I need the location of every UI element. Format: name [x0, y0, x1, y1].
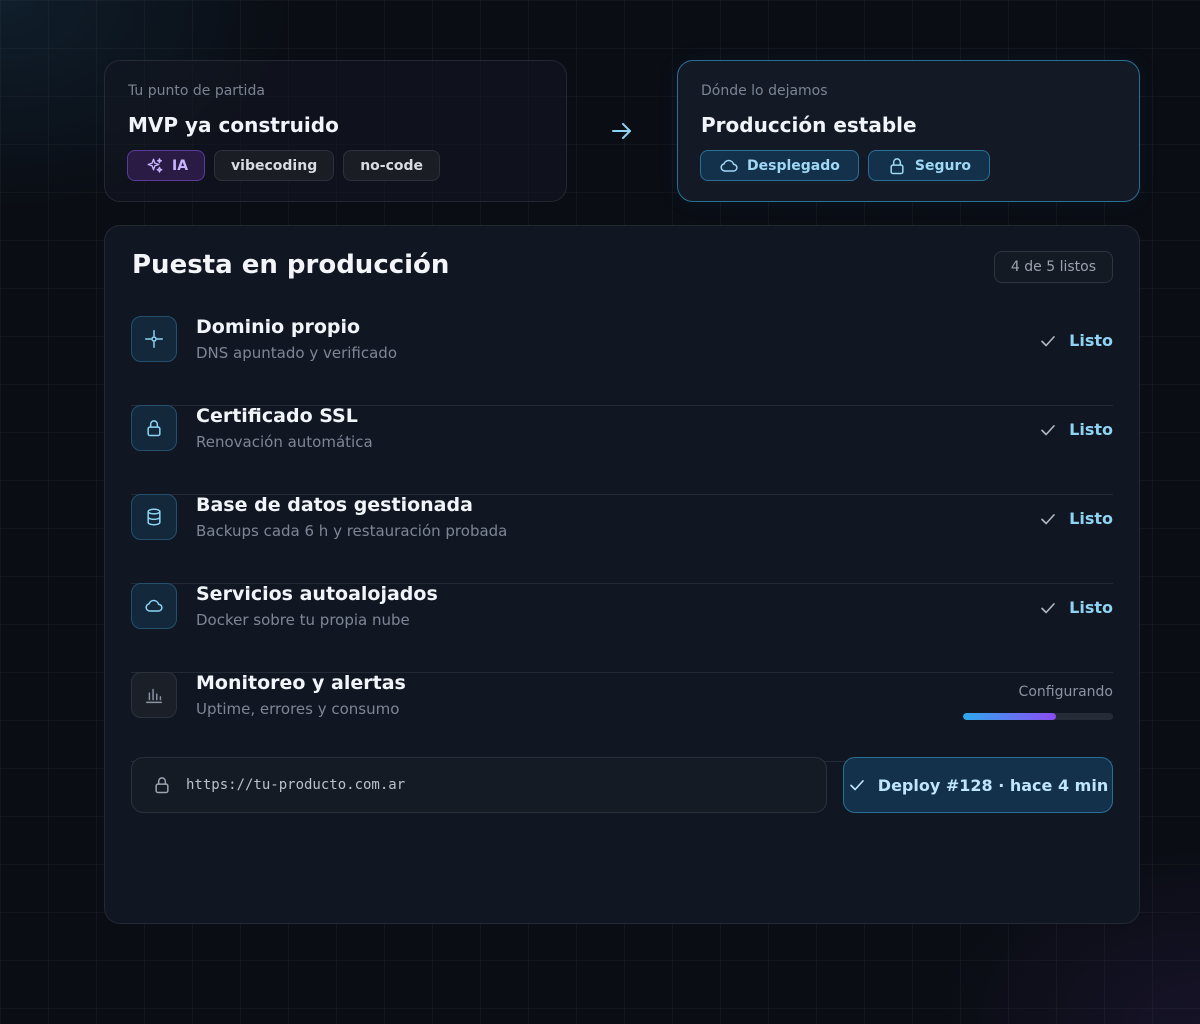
- tag-no-code-label: no-code: [360, 157, 424, 174]
- status-label: Listo: [1069, 598, 1113, 617]
- tag-vibecoding: vibecoding: [214, 150, 335, 181]
- check-icon: [1039, 421, 1057, 439]
- lock-icon: [887, 156, 907, 176]
- item-title: Monitoreo y alertas: [196, 672, 406, 694]
- arrow-right-icon: [610, 119, 634, 143]
- tag-no-code: no-code: [343, 150, 441, 181]
- monitoring-progress-fill: [963, 713, 1056, 720]
- status-ready: Listo: [1039, 420, 1113, 439]
- check-icon: [1039, 510, 1057, 528]
- starting-point-card: Tu punto de partida MVP ya construido IA…: [104, 60, 567, 202]
- destination-tags: Desplegado Seguro: [700, 150, 990, 181]
- tag-seguro: Seguro: [867, 150, 990, 181]
- production-url: https://tu-producto.com.ar: [186, 777, 406, 793]
- tag-seguro-label: Seguro: [914, 157, 971, 174]
- starting-point-tags: IA vibecoding no-code: [127, 150, 441, 181]
- item-title: Servicios autoalojados: [196, 583, 438, 605]
- check-icon: [1039, 332, 1057, 350]
- status-ready: Listo: [1039, 598, 1113, 617]
- checklist-item-database: Base de datos gestionada Backups cada 6 …: [131, 494, 1113, 584]
- lock-icon: [131, 405, 177, 451]
- tag-ia-label: IA: [172, 157, 189, 174]
- destination-label: Dónde lo dejamos: [701, 83, 828, 99]
- deploy-status-button[interactable]: Deploy #128 · hace 4 min: [843, 757, 1113, 813]
- check-icon: [1039, 599, 1057, 617]
- tag-desplegado-label: Desplegado: [747, 157, 840, 174]
- tag-desplegado: Desplegado: [700, 150, 859, 181]
- ready-counter-badge: 4 de 5 listos: [993, 251, 1113, 283]
- ready-counter-label: 4 de 5 listos: [1010, 259, 1096, 275]
- lock-icon: [152, 775, 172, 795]
- checklist-item-self-hosted: Servicios autoalojados Docker sobre tu p…: [131, 583, 1113, 673]
- starting-point-label: Tu punto de partida: [128, 83, 265, 99]
- starting-point-title: MVP ya construido: [128, 113, 339, 137]
- item-subtitle: Uptime, errores y consumo: [196, 700, 400, 718]
- item-title: Base de datos gestionada: [196, 494, 473, 516]
- status-configuring: Configurando: [1018, 684, 1113, 700]
- checklist-item-dominio: Dominio propio DNS apuntado y verificado…: [131, 316, 1113, 406]
- deploy-label: Deploy #128 · hace 4 min: [877, 775, 1109, 795]
- bar-chart-icon: [131, 672, 177, 718]
- database-icon: [131, 494, 177, 540]
- tag-ia: IA: [127, 150, 206, 181]
- panel-title: Puesta en producción: [132, 250, 450, 280]
- checklist-item-monitoring: Monitoreo y alertas Uptime, errores y co…: [131, 672, 1113, 762]
- status-ready: Listo: [1039, 331, 1113, 350]
- destination-card: Dónde lo dejamos Producción estable Desp…: [677, 60, 1140, 202]
- status-ready: Listo: [1039, 509, 1113, 528]
- monitoring-progress-bar: [963, 713, 1113, 720]
- checklist-item-ssl: Certificado SSL Renovación automática Li…: [131, 405, 1113, 495]
- tag-vibecoding-label: vibecoding: [231, 157, 318, 174]
- item-subtitle: DNS apuntado y verificado: [196, 344, 397, 362]
- item-subtitle: Docker sobre tu propia nube: [196, 611, 410, 629]
- destination-title: Producción estable: [701, 113, 917, 137]
- production-url-field[interactable]: https://tu-producto.com.ar: [131, 757, 827, 813]
- item-subtitle: Renovación automática: [196, 433, 373, 451]
- crosshair-icon: [131, 316, 177, 362]
- cloud-icon: [131, 583, 177, 629]
- status-label: Listo: [1069, 331, 1113, 350]
- item-title: Certificado SSL: [196, 405, 358, 427]
- status-label: Listo: [1069, 509, 1113, 528]
- status-label: Listo: [1069, 420, 1113, 439]
- item-subtitle: Backups cada 6 h y restauración probada: [196, 522, 508, 540]
- cloud-icon: [719, 156, 739, 176]
- sparkles-icon: [146, 157, 164, 175]
- item-title: Dominio propio: [196, 316, 361, 338]
- check-icon: [848, 776, 866, 794]
- production-checklist-panel: Puesta en producción 4 de 5 listos Domin…: [104, 225, 1140, 924]
